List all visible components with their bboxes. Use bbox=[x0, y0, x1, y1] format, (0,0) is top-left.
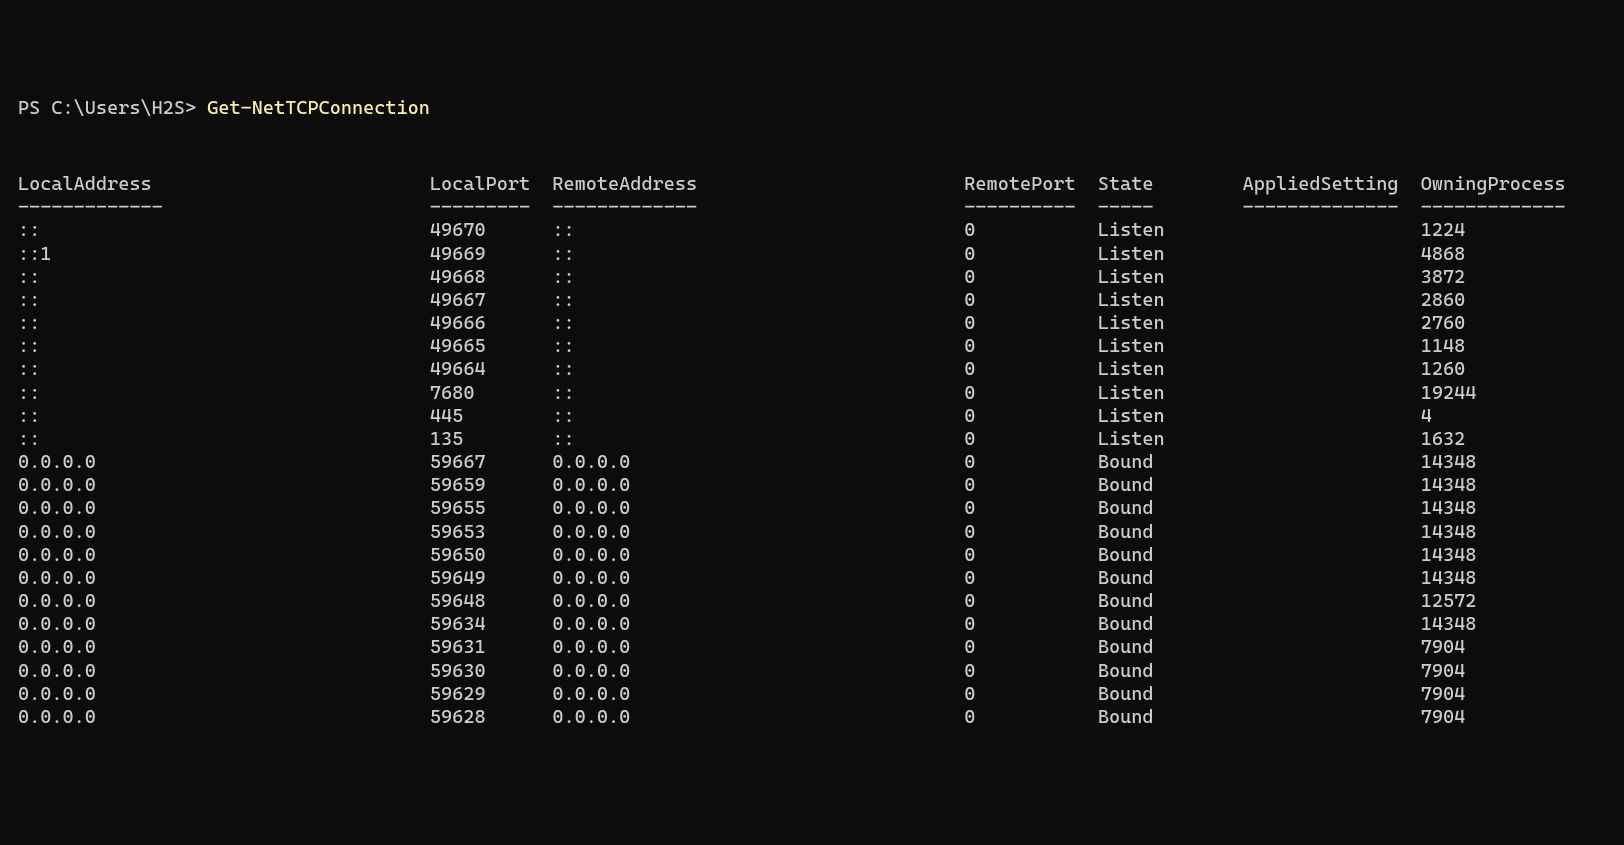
table-row: :: 49665 :: 0 Listen 1148 bbox=[18, 335, 1624, 358]
table-row: :: 49666 :: 0 Listen 2760 bbox=[18, 312, 1624, 335]
table-row: 0.0.0.0 59649 0.0.0.0 0 Bound 14348 bbox=[18, 567, 1624, 590]
table-row: :: 49664 :: 0 Listen 1260 bbox=[18, 358, 1624, 381]
table-row: 0.0.0.0 59630 0.0.0.0 0 Bound 7904 bbox=[18, 660, 1624, 683]
table-row: 0.0.0.0 59634 0.0.0.0 0 Bound 14348 bbox=[18, 613, 1624, 636]
table-rule: ------------- --------- ------------- --… bbox=[18, 196, 1624, 219]
table-row: :: 135 :: 0 Listen 1632 bbox=[18, 428, 1624, 451]
typed-command: Get-NetTCPConnection bbox=[207, 97, 430, 119]
table-row: 0.0.0.0 59631 0.0.0.0 0 Bound 7904 bbox=[18, 636, 1624, 659]
table-row: ::1 49669 :: 0 Listen 4868 bbox=[18, 243, 1624, 266]
table-row: 0.0.0.0 59655 0.0.0.0 0 Bound 14348 bbox=[18, 497, 1624, 520]
output-table: LocalAddress LocalPort RemoteAddress Rem… bbox=[18, 173, 1624, 729]
table-header: LocalAddress LocalPort RemoteAddress Rem… bbox=[18, 173, 1624, 196]
prompt-prefix: PS C:\Users\H2S> bbox=[18, 97, 196, 119]
table-row: :: 7680 :: 0 Listen 19244 bbox=[18, 382, 1624, 405]
prompt-line[interactable]: PS C:\Users\H2S> Get-NetTCPConnection bbox=[18, 97, 1624, 120]
table-row: 0.0.0.0 59650 0.0.0.0 0 Bound 14348 bbox=[18, 544, 1624, 567]
table-row: :: 49670 :: 0 Listen 1224 bbox=[18, 219, 1624, 242]
table-row: 0.0.0.0 59628 0.0.0.0 0 Bound 7904 bbox=[18, 706, 1624, 729]
table-row: :: 49668 :: 0 Listen 3872 bbox=[18, 266, 1624, 289]
table-row: :: 445 :: 0 Listen 4 bbox=[18, 405, 1624, 428]
table-row: 0.0.0.0 59648 0.0.0.0 0 Bound 12572 bbox=[18, 590, 1624, 613]
table-row: :: 49667 :: 0 Listen 2860 bbox=[18, 289, 1624, 312]
table-row: 0.0.0.0 59629 0.0.0.0 0 Bound 7904 bbox=[18, 683, 1624, 706]
table-row: 0.0.0.0 59653 0.0.0.0 0 Bound 14348 bbox=[18, 521, 1624, 544]
table-row: 0.0.0.0 59659 0.0.0.0 0 Bound 14348 bbox=[18, 474, 1624, 497]
table-row: 0.0.0.0 59667 0.0.0.0 0 Bound 14348 bbox=[18, 451, 1624, 474]
